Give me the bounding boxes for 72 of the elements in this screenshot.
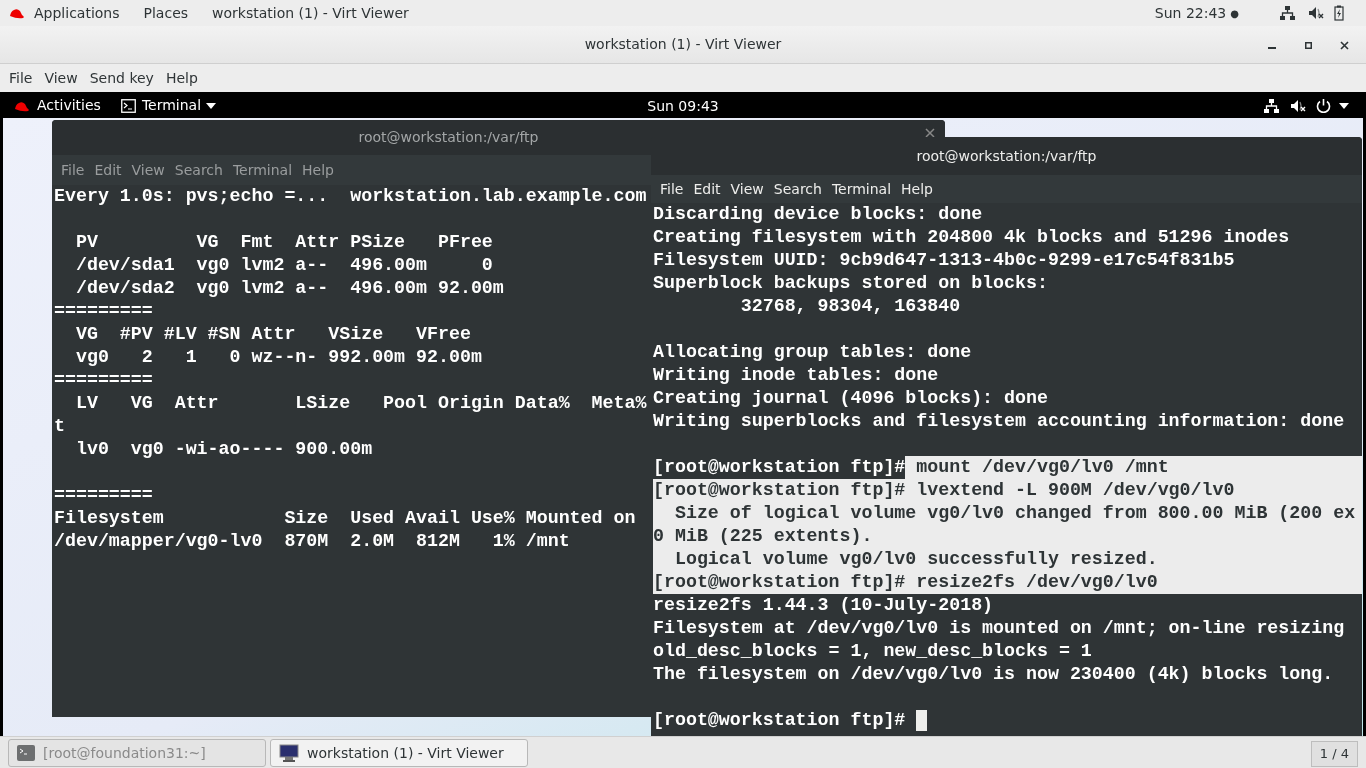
monitor-icon <box>279 744 299 762</box>
terminal-line: Filesystem Size Used Avail Use% Mounted on <box>54 507 636 530</box>
menu-item[interactable]: Terminal <box>826 178 897 200</box>
network-icon[interactable] <box>1263 97 1280 114</box>
menu-item[interactable]: Search <box>169 159 228 181</box>
terminal-line: Creating filesystem with 204800 4k blocks and 51296 inodes <box>653 226 1290 249</box>
terminal-line: ========= <box>54 369 153 392</box>
terminal-line: old_desc_blocks = 1, new_desc_blocks = 1 <box>653 640 1092 663</box>
terminal-line: /dev/mapper/vg0-lv0 870M 2.0M 812M 1% /mnt <box>54 530 570 553</box>
terminal-line: PV VG Fmt Attr PSize PFree <box>74 231 493 254</box>
power-icon[interactable] <box>1316 98 1331 113</box>
terminal-line: Writing superblocks and filesystem accounting information: done <box>653 410 1345 433</box>
top-bar-menu[interactable]: workstation (1) - Virt Viewer <box>212 2 409 24</box>
menu-item[interactable]: Terminal <box>227 159 298 181</box>
menu-item[interactable]: File <box>56 159 90 181</box>
menu-item[interactable]: View <box>126 159 170 181</box>
caret-icon[interactable] <box>206 102 217 109</box>
caret-icon[interactable] <box>1339 102 1349 109</box>
terminal-line: Filesystem at /dev/vg0/lv0 is mounted on /mnt; on-line resizing <box>653 617 1345 640</box>
terminal-line: /dev/sda1 vg0 lvm2 a-- 496.00m 0 <box>74 254 493 277</box>
terminal-line: ========= <box>54 300 153 323</box>
menu-item[interactable]: Search <box>768 178 827 200</box>
menu-item[interactable]: Help <box>159 67 204 89</box>
terminal-line: Superblock backups stored on blocks: <box>653 272 1048 295</box>
close-icon[interactable] <box>925 128 935 138</box>
terminal-line: [root@workstation ftp]# <box>653 456 906 479</box>
close-icon <box>1339 40 1349 50</box>
clock[interactable]: Sun 09:43 <box>647 96 719 117</box>
terminal-line: Discarding device blocks: done <box>653 203 983 226</box>
battery-icon[interactable] <box>1334 5 1344 21</box>
taskbar-button[interactable]: workstation (1) - Virt Viewer <box>270 739 528 767</box>
menu-item[interactable]: View <box>725 178 769 200</box>
activities-button[interactable]: Activities <box>37 95 101 116</box>
terminal-line: resize2fs 1.44.3 (10-July-2018) <box>653 594 994 617</box>
terminal-line: Creating journal (4096 blocks): done <box>653 387 1048 410</box>
menu-item[interactable]: Send key <box>83 67 160 89</box>
menu-item[interactable]: File <box>3 67 39 89</box>
maximize-icon <box>1304 41 1312 49</box>
hat-logo-icon[interactable] <box>8 6 26 20</box>
top-bar-menu[interactable]: Places <box>143 2 189 24</box>
terminal-line: [root@workstation ftp]# <box>653 709 907 732</box>
terminal-line: Writing inode tables: done <box>653 364 939 387</box>
terminal-line: 32768, 98304, 163840 <box>739 295 961 318</box>
menu-item[interactable]: Help <box>297 159 339 181</box>
top-bar-menu[interactable]: Applications <box>34 2 120 24</box>
network-icon[interactable] <box>1279 5 1296 21</box>
terminal-line: ========= <box>54 484 153 507</box>
terminal-line: vg0 2 1 0 wz--n- 992.00m 92.00m <box>74 346 482 369</box>
menu-item[interactable]: Edit <box>89 159 127 181</box>
terminal-line: t <box>54 415 65 438</box>
menu-item[interactable]: Edit <box>688 178 726 200</box>
menu-item[interactable]: File <box>655 178 689 200</box>
terminal-line: LV VG Attr LSize Pool Origin Data% Meta% <box>74 392 647 415</box>
terminal-icon[interactable] <box>120 98 136 113</box>
workspace-indicator[interactable]: 1 / 4 <box>1310 741 1358 767</box>
terminal-line: Every 1.0s: pvs;echo =... workstation.lab.example.com <box>54 185 647 208</box>
terminal-line: Allocating group tables: done <box>653 341 972 364</box>
terminal-line: /dev/sda2 vg0 lvm2 a-- 496.00m 92.00m <box>74 277 504 300</box>
app-menu[interactable]: Terminal <box>141 95 202 116</box>
terminal-line: lv0 vg0 -wi-ao---- 900.00m <box>74 438 373 461</box>
menu-item[interactable]: Help <box>896 178 938 200</box>
window-title: root@workstation:/var/ftp <box>358 128 539 147</box>
volume-muted-icon[interactable] <box>1308 5 1324 21</box>
clock[interactable]: Sun 22:43 <box>1154 2 1227 24</box>
notification-dot: ● <box>1230 6 1239 21</box>
terminal-icon <box>17 745 35 761</box>
menu-item[interactable]: View <box>38 67 84 89</box>
terminal-line: Filesystem UUID: 9cb9d647-1313-4b0c-9299-e17c54f831b5 <box>653 249 1235 272</box>
window-title: root@workstation:/var/ftp <box>916 146 1097 166</box>
window-title: workstation (1) - Virt Viewer <box>584 35 782 54</box>
terminal-line: The filesystem on /dev/vg0/lv0 is now 230400 (4k) blocks long. <box>653 663 1334 686</box>
terminal-line: VG #PV #LV #SN Attr VSize VFree <box>74 323 471 346</box>
